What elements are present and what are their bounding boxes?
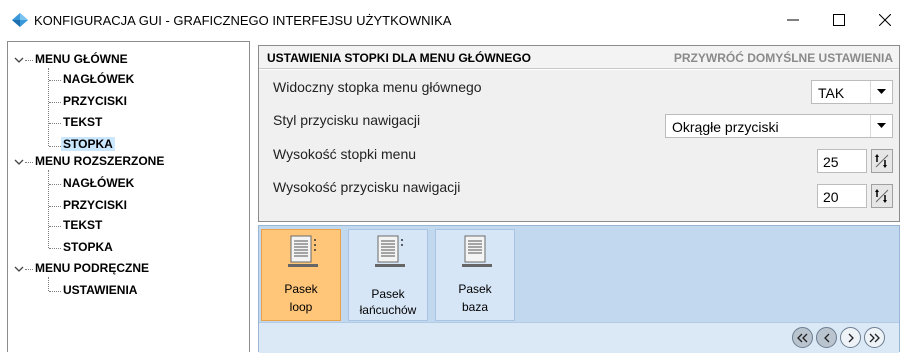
tile-label-line1: Pasek	[458, 282, 492, 296]
tree-item-przyciski[interactable]: PRZYCISKI	[63, 94, 127, 108]
tree-item-naglowek[interactable]: NAGŁÓWEK	[63, 176, 134, 190]
document-bar-icon	[288, 235, 318, 267]
setting-label-nav-button-height: Wysokość przycisku nawigacji	[273, 179, 461, 195]
footer-visible-select[interactable]: TAK	[811, 80, 893, 104]
settings-panel: USTAWIENIA STOPKI DLA MENU GŁÓWNEGO PRZY…	[258, 45, 900, 222]
tile-label-line2: łańcuchów	[359, 303, 417, 317]
tree-item-tekst[interactable]: TEKST	[63, 218, 102, 232]
settings-title: USTAWIENIA STOPKI DLA MENU GŁÓWNEGO	[267, 51, 531, 65]
tree-item-stopka[interactable]: STOPKA	[63, 240, 113, 254]
nav-button-height-field[interactable]: 20	[817, 184, 867, 208]
tree-group-menu-podreczne[interactable]: MENU PODRĘCZNE	[35, 261, 149, 275]
toolbar-tiles-area: Pasek loop Pasek łańcuchów Pasek baza	[259, 226, 899, 322]
first-page-icon	[797, 333, 808, 342]
spin-arrows-icon	[875, 154, 889, 168]
chevron-down-icon	[877, 89, 886, 94]
setting-label-nav-button-style: Styl przycisku nawigacji	[273, 112, 421, 128]
close-icon	[879, 14, 891, 26]
setting-label-footer-height: Wysokość stopki menu	[273, 146, 417, 162]
tile-label-line1: Pasek	[284, 282, 318, 296]
document-bar-icon	[462, 235, 492, 267]
tree-item-tekst[interactable]: TEKST	[63, 115, 102, 129]
previous-page-button[interactable]	[816, 327, 837, 348]
dropdown-arrow[interactable]	[870, 81, 892, 103]
spin-button[interactable]	[871, 184, 893, 208]
maximize-button[interactable]	[816, 0, 862, 40]
toolbar-tile-baza[interactable]: Pasek baza	[435, 229, 515, 321]
settings-header: USTAWIENIA STOPKI DLA MENU GŁÓWNEGO PRZY…	[259, 46, 899, 69]
nav-button-height-spinner[interactable]: 20	[817, 184, 893, 208]
toolbar-tile-loop[interactable]: Pasek loop	[261, 229, 341, 321]
previous-page-icon	[823, 333, 829, 342]
chevron-down-icon	[877, 123, 886, 128]
app-diamond-icon	[12, 13, 28, 27]
minimize-icon	[787, 19, 799, 21]
dropdown-arrow[interactable]	[870, 115, 892, 137]
tile-label-line2: baza	[461, 300, 489, 314]
window-title: KONFIGURACJA GUI - GRAFICZNEGO INTERFEJS…	[34, 13, 452, 28]
document-bar-icon	[375, 235, 405, 267]
tree-item-stopka-selected[interactable]: STOPKA	[61, 137, 115, 151]
tree-item-naglowek[interactable]: NAGŁÓWEK	[63, 72, 134, 86]
toolbar-preview-panel: Pasek loop Pasek łańcuchów Pasek baza	[258, 225, 900, 353]
setting-label-footer-visible: Widoczny stopka menu głównego	[273, 79, 482, 95]
spin-arrows-icon	[875, 189, 889, 203]
chevron-down-icon[interactable]	[14, 55, 24, 65]
footer-height-value: 25	[823, 154, 839, 170]
close-button[interactable]	[862, 0, 908, 40]
footer-height-spinner[interactable]: 25	[817, 149, 893, 173]
title-bar: KONFIGURACJA GUI - GRAFICZNEGO INTERFEJS…	[0, 0, 908, 40]
nav-button-style-select[interactable]: Okrągłe przyciski	[665, 114, 893, 138]
next-page-button[interactable]	[840, 327, 861, 348]
maximize-icon	[833, 14, 845, 26]
last-page-button[interactable]	[864, 327, 885, 348]
chevron-down-icon[interactable]	[14, 264, 24, 274]
minimize-button[interactable]	[770, 0, 816, 40]
spin-button[interactable]	[871, 149, 893, 173]
chevron-down-icon[interactable]	[14, 157, 24, 167]
nav-button-height-value: 20	[823, 189, 839, 205]
reset-defaults-link[interactable]: PRZYWRÓĆ DOMYŚLNE USTAWIENIA	[674, 51, 893, 65]
next-page-icon	[848, 333, 854, 342]
tile-label-line1: Pasek	[371, 287, 405, 301]
navigation-tree[interactable]: MENU GŁÓWNE NAGŁÓWEK PRZYCISKI TEKST STO…	[7, 41, 250, 352]
footer-height-field[interactable]: 25	[817, 149, 867, 173]
nav-button-style-value: Okrągłe przyciski	[672, 119, 779, 135]
tree-item-przyciski[interactable]: PRZYCISKI	[63, 198, 127, 212]
footer-visible-value: TAK	[818, 85, 845, 101]
tree-group-menu-rozszerzone[interactable]: MENU ROZSZERZONE	[35, 154, 164, 168]
last-page-icon	[869, 333, 880, 342]
tile-label-line2: loop	[289, 300, 313, 314]
first-page-button[interactable]	[792, 327, 813, 348]
toolbar-tile-lancuchow[interactable]: Pasek łańcuchów	[348, 229, 428, 321]
settings-body: Widoczny stopka menu głównego TAK Styl p…	[259, 70, 899, 221]
toolbar-footer	[259, 322, 899, 353]
tree-item-ustawienia[interactable]: USTAWIENIA	[63, 283, 137, 297]
tree-group-menu-glowne[interactable]: MENU GŁÓWNE	[35, 52, 128, 66]
